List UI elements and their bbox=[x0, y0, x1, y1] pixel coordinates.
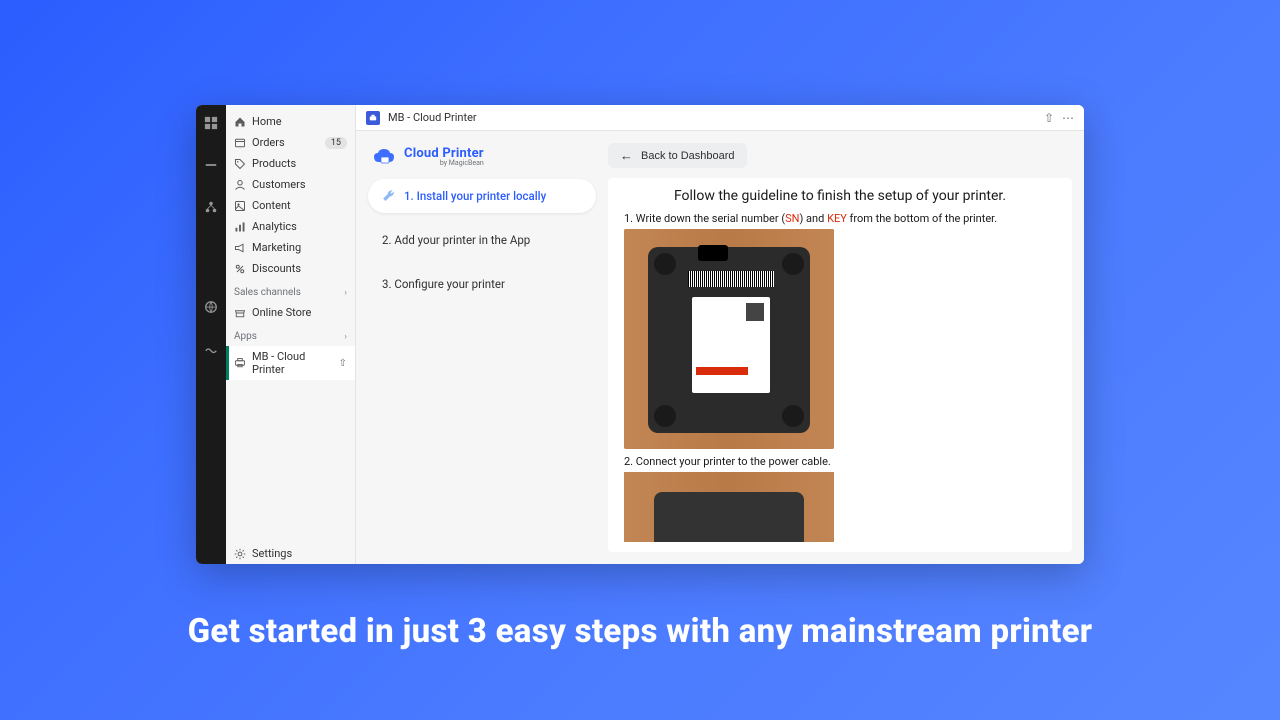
pin-icon[interactable]: ⇧ bbox=[339, 358, 347, 369]
sidebar-item-label: MB - Cloud Printer bbox=[252, 350, 333, 376]
home-icon bbox=[234, 116, 246, 128]
sidebar-item-content[interactable]: Content bbox=[226, 195, 355, 216]
sidebar-item-label: Analytics bbox=[252, 220, 297, 233]
sidebar-item-online-store[interactable]: Online Store bbox=[226, 302, 355, 323]
step-1[interactable]: 1. Install your printer locally bbox=[368, 179, 596, 213]
sidebar-item-home[interactable]: Home bbox=[226, 111, 355, 132]
orders-badge: 15 bbox=[325, 137, 347, 149]
main-area: MB - Cloud Printer ⇧ ⋯ Cloud Printer by … bbox=[356, 105, 1084, 564]
sidebar-item-orders[interactable]: Orders 15 bbox=[226, 132, 355, 153]
analytics-icon bbox=[234, 221, 246, 233]
app-window: Home Orders 15 Products Customers Conten… bbox=[196, 105, 1084, 564]
gear-icon bbox=[234, 548, 246, 560]
guide-panel: Follow the guideline to finish the setup… bbox=[608, 178, 1072, 552]
topbar: MB - Cloud Printer ⇧ ⋯ bbox=[356, 105, 1084, 131]
products-icon bbox=[234, 158, 246, 170]
brand: Cloud Printer by MagicBean bbox=[368, 143, 596, 169]
arrow-left-icon: ← bbox=[620, 149, 633, 162]
back-to-dashboard-button[interactable]: ← Back to Dashboard bbox=[608, 143, 747, 168]
printer-bottom-photo bbox=[624, 229, 834, 449]
guide-column: ← Back to Dashboard Follow the guideline… bbox=[608, 143, 1072, 552]
brand-subtitle: by MagicBean bbox=[404, 160, 484, 167]
rail-icon-4[interactable] bbox=[204, 299, 218, 313]
step-2[interactable]: 2. Add your printer in the App bbox=[368, 223, 596, 257]
rail-icon-5[interactable] bbox=[204, 341, 218, 355]
step-label: 1. Install your printer locally bbox=[404, 189, 546, 203]
store-icon bbox=[234, 307, 246, 319]
orders-icon bbox=[234, 137, 246, 149]
sidebar: Home Orders 15 Products Customers Conten… bbox=[226, 105, 356, 564]
sidebar-item-label: Home bbox=[252, 115, 282, 128]
content-icon bbox=[234, 200, 246, 212]
chevron-right-icon: › bbox=[344, 332, 347, 342]
sidebar-item-label: Content bbox=[252, 199, 291, 212]
sidebar-item-label: Marketing bbox=[252, 241, 301, 254]
sidebar-item-label: Discounts bbox=[252, 262, 301, 275]
content: Cloud Printer by MagicBean 1. Install yo… bbox=[356, 131, 1084, 564]
step-label: 2. Add your printer in the App bbox=[382, 233, 530, 247]
sidebar-item-customers[interactable]: Customers bbox=[226, 174, 355, 195]
sidebar-item-label: Customers bbox=[252, 178, 306, 191]
back-label: Back to Dashboard bbox=[641, 150, 735, 162]
steps-column: Cloud Printer by MagicBean 1. Install yo… bbox=[368, 143, 596, 552]
sidebar-section-sales-channels[interactable]: Sales channels › bbox=[226, 279, 355, 302]
sidebar-item-products[interactable]: Products bbox=[226, 153, 355, 174]
guide-heading: Follow the guideline to finish the setup… bbox=[624, 188, 1056, 204]
sidebar-item-label: Online Store bbox=[252, 306, 311, 319]
marketing-icon bbox=[234, 242, 246, 254]
sidebar-item-settings[interactable]: Settings bbox=[226, 543, 355, 564]
printer-power-photo bbox=[624, 472, 834, 542]
guide-step-2: 2. Connect your printer to the power cab… bbox=[624, 455, 1056, 468]
guide-step-1: 1. Write down the serial number (SN) and… bbox=[624, 212, 1056, 225]
topbar-title: MB - Cloud Printer bbox=[388, 111, 477, 124]
chevron-right-icon: › bbox=[344, 288, 347, 298]
sidebar-item-discounts[interactable]: Discounts bbox=[226, 258, 355, 279]
admin-rail bbox=[196, 105, 226, 564]
rail-icon-3[interactable] bbox=[204, 199, 218, 213]
sidebar-item-analytics[interactable]: Analytics bbox=[226, 216, 355, 237]
step-3[interactable]: 3. Configure your printer bbox=[368, 267, 596, 301]
cloud-icon bbox=[372, 148, 398, 166]
sidebar-item-label: Settings bbox=[252, 547, 292, 560]
wrench-icon bbox=[382, 189, 396, 203]
hero-caption: Get started in just 3 easy steps with an… bbox=[0, 612, 1280, 651]
app-logo-icon bbox=[366, 111, 380, 125]
sidebar-section-apps[interactable]: Apps › bbox=[226, 323, 355, 346]
sidebar-item-cloud-printer-app[interactable]: MB - Cloud Printer ⇧ bbox=[226, 346, 355, 380]
rail-icon-2[interactable] bbox=[204, 157, 218, 171]
pin-app-icon[interactable]: ⇧ bbox=[1044, 111, 1054, 125]
sidebar-item-label: Products bbox=[252, 157, 296, 170]
sidebar-item-marketing[interactable]: Marketing bbox=[226, 237, 355, 258]
customers-icon bbox=[234, 179, 246, 191]
printer-app-icon bbox=[234, 357, 246, 369]
step-label: 3. Configure your printer bbox=[382, 277, 505, 291]
more-icon[interactable]: ⋯ bbox=[1062, 111, 1074, 125]
sidebar-item-label: Orders bbox=[252, 136, 285, 149]
discounts-icon bbox=[234, 263, 246, 275]
dashboard-icon[interactable] bbox=[204, 115, 218, 129]
